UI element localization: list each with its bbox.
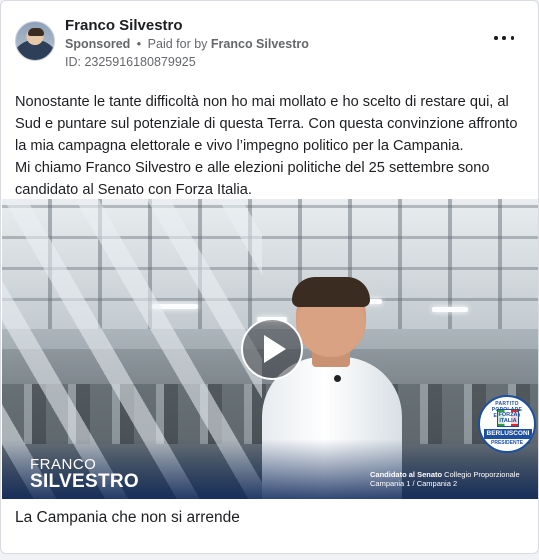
candidacy-text: Candidato al Senato Collegio Proporziona…	[370, 470, 520, 488]
separator-dot: •	[136, 37, 142, 51]
play-button[interactable]	[241, 318, 303, 380]
video-caption: La Campania che non si arrende	[15, 509, 240, 526]
post-header: Franco Silvestro Sponsored • Paid for by…	[15, 15, 524, 75]
forza-italia-logo: PARTITO POPOLARE EUROPEO FORZA ITALIA BE…	[478, 395, 536, 453]
paid-for-label: Paid for by	[147, 37, 208, 51]
post-body-text: Nonostante le tante difficoltà non ho ma…	[15, 94, 518, 198]
candidacy-line2: Campania 1 / Campania 2	[370, 479, 458, 488]
microphone-icon	[334, 375, 341, 382]
logo-leader: BERLUSCONI	[484, 429, 532, 439]
play-icon	[264, 335, 286, 363]
logo-role: PRESIDENTE	[491, 440, 523, 446]
sponsored-label: Sponsored	[65, 37, 131, 51]
sponsored-line: Sponsored • Paid for by Franco Silvestro	[65, 37, 309, 51]
video-name-last: SILVESTRO	[30, 471, 139, 492]
logo-party: FORZA ITALIA	[498, 412, 518, 424]
more-horizontal-icon	[494, 36, 498, 40]
video-player[interactable]: FRANCO SILVESTRO Candidato al Senato Col…	[2, 199, 538, 499]
ad-post-card: Franco Silvestro Sponsored • Paid for by…	[0, 0, 539, 554]
payer-name: Franco Silvestro	[210, 37, 309, 51]
ad-id: ID: 2325916180879925	[65, 55, 196, 69]
avatar[interactable]	[15, 21, 55, 61]
more-options-button[interactable]	[494, 31, 514, 45]
candidacy-rest: Collegio Proporzionale	[442, 470, 520, 479]
page-name-link[interactable]: Franco Silvestro	[65, 17, 183, 34]
candidacy-bold: Candidato al Senato	[370, 470, 443, 479]
